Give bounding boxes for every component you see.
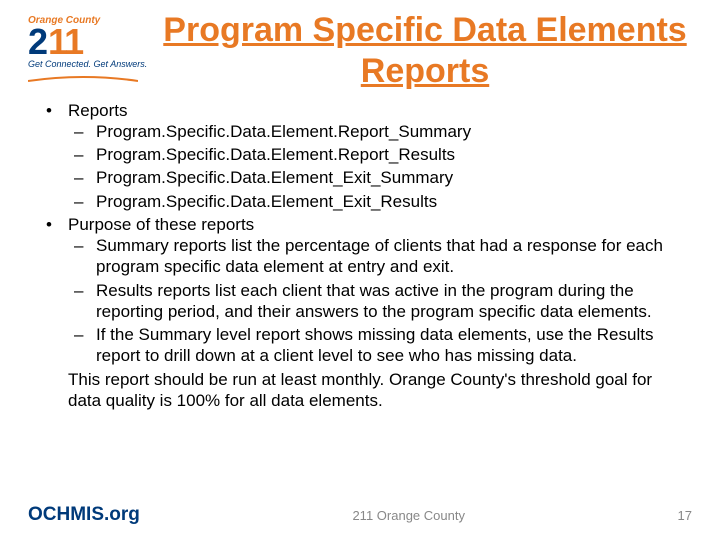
list-item: Results reports list each client that wa… [68,280,686,323]
list-item: Reports Program.Specific.Data.Element.Re… [40,100,686,212]
bullet-list: Reports Program.Specific.Data.Element.Re… [40,100,686,412]
logo-digit-11: 11 [48,28,82,57]
footer: OCHMIS.org 211 Orange County 17 [28,504,692,526]
list-item: Program.Specific.Data.Element_Exit_Resul… [68,191,686,212]
list-item: Purpose of these reports Summary reports… [40,214,686,411]
slide-number: 17 [678,508,692,523]
logo-tagline: Get Connected. Get Answers. [28,59,158,69]
purpose-heading: Purpose of these reports [68,215,254,234]
list-item: Program.Specific.Data.Element_Exit_Summa… [68,167,686,188]
header: Orange County 2 11 Get Connected. Get An… [28,8,692,100]
list-item: If the Summary level report shows missin… [68,324,686,367]
slide: Orange County 2 11 Get Connected. Get An… [0,0,720,540]
logo-digit-2: 2 [28,28,48,57]
sub-list: Program.Specific.Data.Element.Report_Sum… [68,121,686,212]
footer-center: 211 Orange County [140,508,678,523]
logo-swoosh-icon [28,76,138,82]
slide-title: Program Specific Data Elements Reports [158,8,692,100]
closing-text: This report should be run at least month… [68,369,686,412]
content: Reports Program.Specific.Data.Element.Re… [28,100,692,412]
logo-211: Orange County 2 11 Get Connected. Get An… [28,8,158,87]
logo-digits: 2 11 [28,28,158,57]
list-item: Program.Specific.Data.Element.Report_Res… [68,144,686,165]
list-item: Program.Specific.Data.Element.Report_Sum… [68,121,686,142]
footer-left: OCHMIS.org [28,504,140,526]
list-item: Summary reports list the percentage of c… [68,235,686,278]
reports-heading: Reports [68,101,128,120]
sub-list: Summary reports list the percentage of c… [68,235,686,367]
